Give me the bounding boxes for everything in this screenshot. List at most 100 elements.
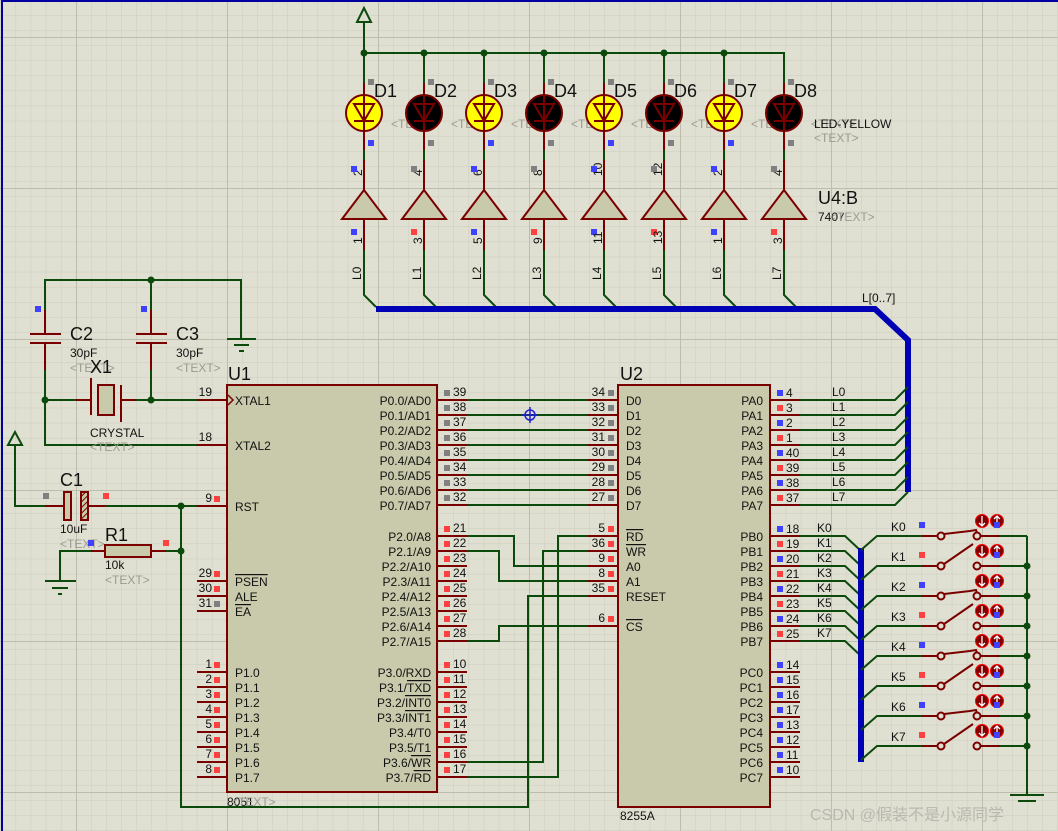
logic-state-marker-low[interactable] bbox=[777, 526, 783, 532]
logic-state-marker-float[interactable] bbox=[608, 435, 614, 441]
logic-state-marker-low[interactable] bbox=[711, 166, 717, 172]
logic-state-marker-float[interactable] bbox=[43, 493, 49, 499]
logic-state-marker-float[interactable] bbox=[411, 166, 417, 172]
logic-state-marker-low[interactable] bbox=[994, 582, 1000, 588]
logic-state-marker-high[interactable] bbox=[214, 586, 220, 592]
logic-state-marker-low[interactable] bbox=[777, 752, 783, 758]
logic-state-marker-low[interactable] bbox=[777, 722, 783, 728]
logic-state-marker-low[interactable] bbox=[777, 692, 783, 698]
capacitor-c1-plate[interactable] bbox=[63, 491, 72, 521]
logic-state-marker-high[interactable] bbox=[444, 586, 450, 592]
logic-state-marker-float[interactable] bbox=[608, 390, 614, 396]
logic-state-marker-high[interactable] bbox=[214, 722, 220, 728]
logic-state-marker-float[interactable] bbox=[548, 140, 554, 146]
logic-state-marker-high[interactable] bbox=[777, 435, 783, 441]
logic-state-marker-low[interactable] bbox=[471, 166, 477, 172]
switch-down-button-icon[interactable] bbox=[975, 544, 989, 558]
logic-state-marker-low[interactable] bbox=[994, 672, 1000, 678]
logic-state-marker-high[interactable] bbox=[444, 571, 450, 577]
logic-state-marker-float[interactable] bbox=[651, 166, 657, 172]
logic-state-marker-low[interactable] bbox=[919, 642, 925, 648]
logic-state-marker-high[interactable] bbox=[608, 526, 614, 532]
logic-state-marker-high[interactable] bbox=[444, 737, 450, 743]
switch-down-button-icon[interactable] bbox=[975, 514, 989, 528]
logic-state-marker-float[interactable] bbox=[444, 465, 450, 471]
logic-state-marker-high[interactable] bbox=[444, 722, 450, 728]
logic-state-marker-low[interactable] bbox=[994, 732, 1000, 738]
logic-state-marker-high[interactable] bbox=[444, 541, 450, 547]
logic-state-marker-float[interactable] bbox=[214, 601, 220, 607]
switch-down-button-icon[interactable] bbox=[975, 604, 989, 618]
logic-state-marker-low[interactable] bbox=[994, 552, 1000, 558]
logic-state-marker-high[interactable] bbox=[214, 662, 220, 668]
logic-state-marker-high[interactable] bbox=[214, 752, 220, 758]
logic-state-marker-low[interactable] bbox=[919, 522, 925, 528]
schematic-canvas[interactable]: <TEXT>D121L0<TEXT>D243L1<TEXT>D365L2<TEX… bbox=[0, 0, 1058, 831]
logic-state-marker-float[interactable] bbox=[444, 495, 450, 501]
logic-state-marker-float[interactable] bbox=[444, 390, 450, 396]
logic-state-marker-high[interactable] bbox=[103, 493, 109, 499]
logic-state-marker-low[interactable] bbox=[994, 612, 1000, 618]
logic-state-marker-float[interactable] bbox=[668, 79, 674, 85]
resistor-r1[interactable] bbox=[104, 544, 152, 558]
logic-state-marker-high[interactable] bbox=[608, 616, 614, 622]
logic-state-marker-high[interactable] bbox=[411, 229, 417, 235]
logic-state-marker-float[interactable] bbox=[788, 79, 794, 85]
logic-state-marker-low[interactable] bbox=[777, 480, 783, 486]
logic-state-marker-float[interactable] bbox=[608, 79, 614, 85]
logic-state-marker-float[interactable] bbox=[531, 166, 537, 172]
logic-state-marker-low[interactable] bbox=[471, 229, 477, 235]
logic-state-marker-high[interactable] bbox=[777, 541, 783, 547]
logic-state-marker-low[interactable] bbox=[777, 707, 783, 713]
logic-state-marker-float[interactable] bbox=[788, 140, 794, 146]
logic-state-marker-high[interactable] bbox=[444, 752, 450, 758]
logic-state-marker-high[interactable] bbox=[777, 601, 783, 607]
logic-state-marker-low[interactable] bbox=[777, 390, 783, 396]
logic-state-marker-float[interactable] bbox=[608, 420, 614, 426]
logic-state-marker-low[interactable] bbox=[608, 140, 614, 146]
logic-state-marker-low[interactable] bbox=[35, 306, 41, 312]
logic-state-marker-low[interactable] bbox=[728, 140, 734, 146]
logic-state-marker-low[interactable] bbox=[919, 702, 925, 708]
logic-state-marker-low[interactable] bbox=[488, 140, 494, 146]
logic-state-marker-float[interactable] bbox=[428, 79, 434, 85]
logic-state-marker-high[interactable] bbox=[919, 672, 925, 678]
logic-state-marker-float[interactable] bbox=[608, 405, 614, 411]
logic-state-marker-float[interactable] bbox=[444, 435, 450, 441]
crystal-x1[interactable] bbox=[97, 384, 115, 416]
logic-state-marker-low[interactable] bbox=[351, 229, 357, 235]
logic-state-marker-low[interactable] bbox=[711, 229, 717, 235]
logic-state-marker-high[interactable] bbox=[444, 692, 450, 698]
logic-state-marker-high[interactable] bbox=[777, 495, 783, 501]
logic-state-marker-float[interactable] bbox=[488, 79, 494, 85]
logic-state-marker-high[interactable] bbox=[919, 732, 925, 738]
logic-state-marker-low[interactable] bbox=[919, 582, 925, 588]
capacitor-c1-polarized-plate[interactable] bbox=[80, 491, 89, 521]
logic-state-marker-float[interactable] bbox=[771, 166, 777, 172]
logic-state-marker-high[interactable] bbox=[919, 552, 925, 558]
logic-state-marker-low[interactable] bbox=[994, 702, 1000, 708]
switch-down-button-icon[interactable] bbox=[975, 664, 989, 678]
logic-state-marker-low[interactable] bbox=[777, 737, 783, 743]
logic-state-marker-float[interactable] bbox=[668, 140, 674, 146]
logic-state-marker-high[interactable] bbox=[608, 556, 614, 562]
logic-state-marker-high[interactable] bbox=[163, 540, 169, 546]
logic-state-marker-low[interactable] bbox=[777, 767, 783, 773]
logic-state-marker-float[interactable] bbox=[548, 79, 554, 85]
logic-state-marker-high[interactable] bbox=[444, 767, 450, 773]
logic-state-marker-high[interactable] bbox=[444, 662, 450, 668]
logic-state-marker-low[interactable] bbox=[994, 522, 1000, 528]
switch-down-button-icon[interactable] bbox=[975, 694, 989, 708]
logic-state-marker-low[interactable] bbox=[351, 166, 357, 172]
logic-state-marker-float[interactable] bbox=[728, 79, 734, 85]
logic-state-marker-high[interactable] bbox=[777, 631, 783, 637]
logic-state-marker-low[interactable] bbox=[777, 586, 783, 592]
logic-state-marker-low[interactable] bbox=[591, 166, 597, 172]
logic-state-marker-float[interactable] bbox=[444, 450, 450, 456]
logic-state-marker-low[interactable] bbox=[994, 642, 1000, 648]
logic-state-marker-high[interactable] bbox=[444, 556, 450, 562]
logic-state-marker-high[interactable] bbox=[608, 541, 614, 547]
logic-state-marker-high[interactable] bbox=[214, 707, 220, 713]
logic-state-marker-high[interactable] bbox=[444, 677, 450, 683]
logic-state-marker-high[interactable] bbox=[444, 631, 450, 637]
